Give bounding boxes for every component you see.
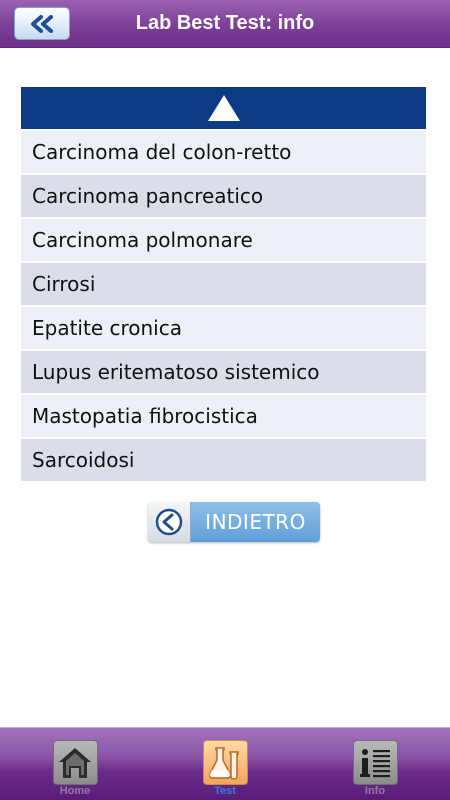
double-chevron-left-icon [31,14,53,33]
indietro-label: INDIETRO [191,502,320,542]
tab-test-label: Test [214,785,236,797]
indietro-icon-area [148,502,191,542]
app-root: Lab Best Test: info Carcinoma del colon-… [0,0,450,800]
disease-list-panel: Carcinoma del colon-retto Carcinoma panc… [21,87,426,483]
triangle-up-icon [207,95,240,121]
tab-info[interactable]: Info [340,740,410,800]
top-bar: Lab Best Test: info [0,0,450,48]
back-button[interactable] [14,7,70,40]
flask-icon [202,740,248,785]
list-item[interactable]: Carcinoma del colon-retto [21,131,426,175]
list-item[interactable]: Carcinoma polmonare [21,219,426,263]
tab-test[interactable]: Test [190,740,260,800]
list-item[interactable]: Epatite cronica [21,307,426,351]
list-item[interactable]: Cirrosi [21,263,426,307]
tab-bar: Home Test Info [0,727,450,800]
list-item[interactable]: Lupus eritematoso sistemico [21,351,426,395]
tab-home-label: Home [59,785,91,797]
info-document-icon [352,740,398,785]
list-item[interactable]: Carcinoma pancreatico [21,175,426,219]
list-item[interactable]: Mastopatia fibrocistica [21,395,426,439]
tab-info-label: Info [364,785,386,797]
tab-home[interactable]: Home [40,740,110,800]
page-title: Lab Best Test: info [135,12,315,34]
indietro-button[interactable]: INDIETRO [148,502,320,542]
list-scroll-up-button[interactable] [21,87,426,131]
list-item[interactable]: Sarcoidosi [21,439,426,483]
disease-list: Carcinoma del colon-retto Carcinoma panc… [21,131,426,483]
circle-arrow-left-icon [155,508,183,536]
house-icon [52,740,98,785]
